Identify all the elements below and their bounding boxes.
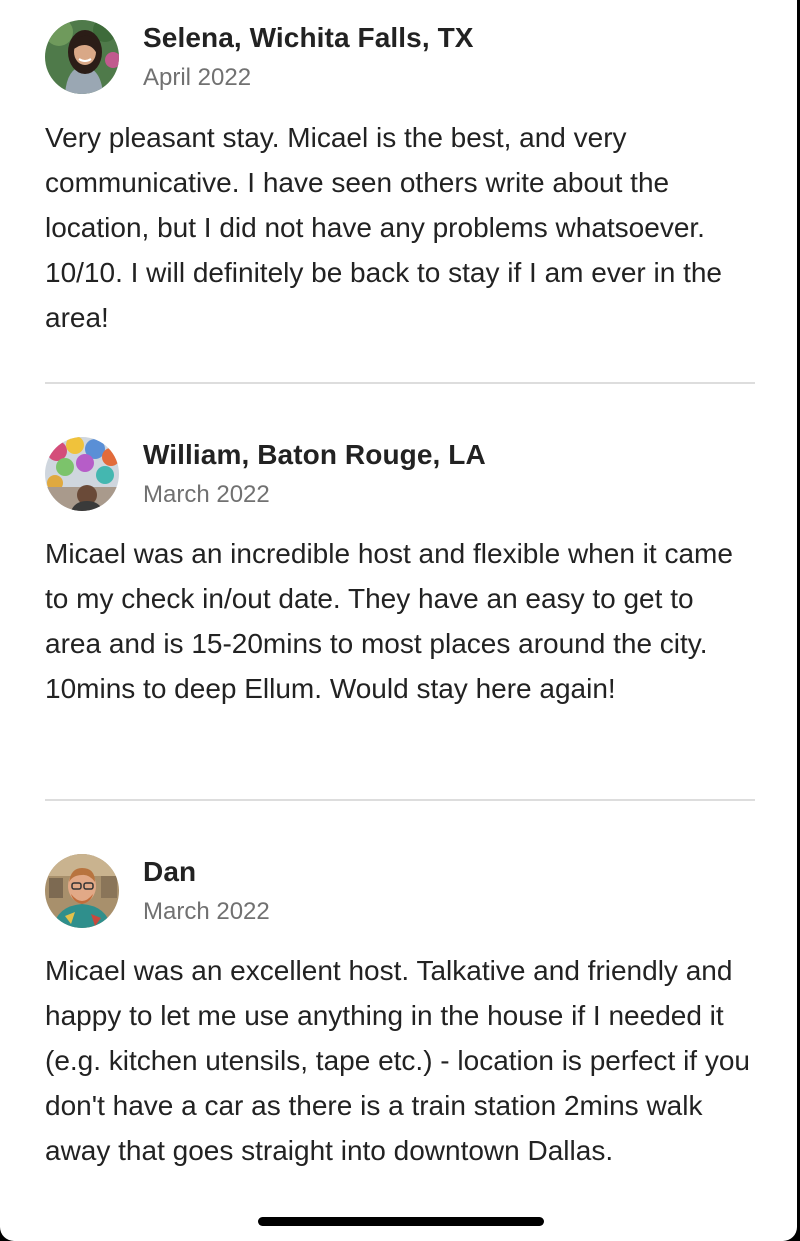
reviewer-name: William, Baton Rouge, LA bbox=[143, 439, 486, 470]
review-date: March 2022 bbox=[143, 481, 270, 508]
home-indicator[interactable] bbox=[258, 1217, 544, 1226]
review-header: Selena, Wichita Falls, TX April 2022 bbox=[45, 20, 757, 100]
review-text: Micael was an excellent host. Talkative … bbox=[45, 955, 751, 1166]
divider bbox=[45, 799, 755, 801]
review-text: Very pleasant stay. Micael is the best, … bbox=[45, 122, 723, 333]
divider bbox=[45, 382, 755, 384]
avatar[interactable] bbox=[45, 854, 119, 928]
reviewer-name: Dan bbox=[143, 856, 197, 887]
review-item: Dan March 2022 Micael was an excellent h… bbox=[45, 854, 757, 1173]
avatar-photo bbox=[45, 20, 119, 94]
reviewer-name: Selena, Wichita Falls, TX bbox=[143, 22, 474, 53]
avatar[interactable] bbox=[45, 437, 119, 511]
avatar-photo bbox=[45, 437, 119, 511]
review-text: Micael was an incredible host and flexib… bbox=[45, 538, 733, 704]
review-item: William, Baton Rouge, LA March 2022 Mica… bbox=[45, 437, 757, 711]
review-date: March 2022 bbox=[143, 898, 270, 925]
reviews-sheet: Selena, Wichita Falls, TX April 2022 Ver… bbox=[0, 0, 797, 1241]
review-header: Dan March 2022 bbox=[45, 854, 757, 934]
avatar-photo bbox=[45, 854, 119, 928]
review-date: April 2022 bbox=[143, 64, 252, 91]
review-item: Selena, Wichita Falls, TX April 2022 Ver… bbox=[45, 20, 757, 340]
review-header: William, Baton Rouge, LA March 2022 bbox=[45, 437, 757, 517]
avatar[interactable] bbox=[45, 20, 119, 94]
